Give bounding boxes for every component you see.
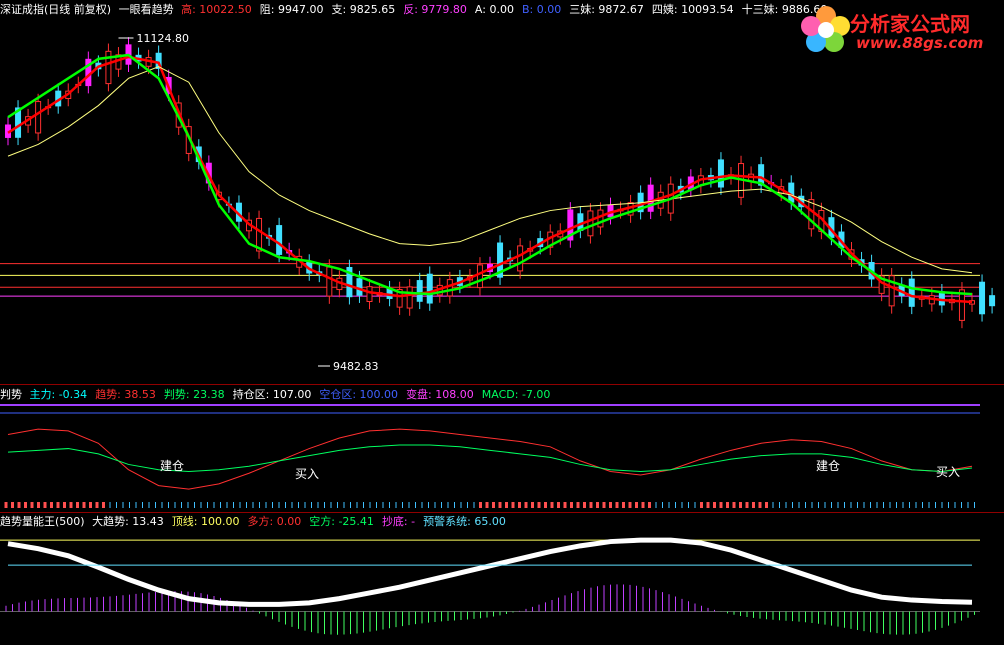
series-line-ma: [7, 66, 973, 274]
candle-body-36: [366, 286, 373, 303]
panel-divider-1: [0, 384, 1004, 385]
panel2-label-0: 主力:: [29, 388, 56, 401]
low-label: 9482.83: [333, 360, 379, 373]
panel2-value-2: 23.38: [189, 388, 225, 401]
candle-body-93: [938, 291, 945, 306]
panel2-item-0: 主力: -0.34: [30, 388, 92, 401]
candle-body-98: [989, 295, 996, 307]
candle-body-51: [517, 245, 524, 272]
panel2-title: 判势: [0, 388, 22, 401]
panel3-item-3: 空方: -25.41: [309, 515, 378, 528]
candle-body-71: [717, 159, 724, 188]
panel2-item-3: 持仓区: 107.00: [233, 388, 316, 401]
panel3-values: 大趋势: 13.43 顶线: 100.00 多方: 0.00 空方: -25.41 抄底…: [92, 515, 514, 528]
signal-label-2: 建仓: [816, 459, 840, 473]
candle-body-44: [446, 279, 453, 297]
panel3-label-2: 多方:: [247, 515, 274, 528]
candle-body-27: [276, 225, 283, 255]
candle-body-35: [356, 278, 363, 296]
panel2-label-1: 趋势:: [95, 388, 121, 401]
panel2-item-2: 判势: 23.38: [164, 388, 229, 401]
panel2-label-2: 判势:: [163, 388, 190, 401]
candle-body-32: [326, 266, 333, 297]
panel3-item-1: 顶线: 100.00: [172, 515, 244, 528]
candle-body-64: [647, 184, 654, 212]
panel3-item-4: 抄底: -: [382, 515, 419, 528]
panel2-value-4: 100.00: [356, 388, 399, 401]
panel3-item-5: 预警系统: 65.00: [423, 515, 510, 528]
panel2-item-4: 空仓区: 100.00: [319, 388, 402, 401]
candle-body-42: [426, 273, 433, 304]
panel2-label-3: 持仓区:: [232, 388, 270, 401]
panel3-label-5: 预警系统:: [423, 515, 471, 528]
high-label: 11124.80: [137, 32, 190, 45]
candle-body-47: [476, 264, 483, 289]
panel3-value-2: 0.00: [273, 515, 302, 528]
candle-body-90: [908, 278, 915, 307]
panel3-value-3: -25.41: [334, 515, 374, 528]
panel3-value-4: -: [407, 515, 416, 528]
panel3-label-3: 空方:: [309, 515, 335, 528]
panel3-item-0: 大趋势: 13.43: [92, 515, 168, 528]
panel3-label-4: 抄底:: [381, 515, 408, 528]
panel2-values: 主力: -0.34 趋势: 38.53 判势: 23.38 持仓区: 107.00 空仓…: [30, 388, 559, 401]
panel-divider-2: [0, 512, 1004, 513]
candle-body-3: [35, 101, 42, 134]
panel3-label-1: 顶线:: [171, 515, 198, 528]
signal-label-1: 买入: [295, 467, 319, 481]
panel2-label-4: 空仓区:: [319, 388, 357, 401]
panel2-value-0: -0.34: [55, 388, 88, 401]
panel3-title: 趋势量能王(500): [0, 515, 85, 528]
candle-body-57: [577, 213, 584, 231]
panel3-header: 趋势量能王(500) 大趋势: 13.43 顶线: 100.00 多方: 0.00 空…: [0, 515, 518, 529]
panel3-line-大趋势: [7, 537, 973, 607]
panel3-item-2: 多方: 0.00: [248, 515, 306, 528]
candle-body-40: [406, 286, 413, 309]
panel2-value-5: 108.00: [431, 388, 474, 401]
panel2-value-6: -7.00: [518, 388, 551, 401]
panel3-value-5: 65.00: [470, 515, 506, 528]
panel3-value-1: 100.00: [197, 515, 240, 528]
panel2-label-5: 变盘:: [406, 388, 432, 401]
panel3-value-0: 13.43: [128, 515, 164, 528]
panel2-value-3: 107.00: [269, 388, 312, 401]
candle-body-59: [597, 209, 604, 228]
panel2-item-5: 变盘: 108.00: [406, 388, 478, 401]
panel2-value-1: 38.53: [120, 388, 156, 401]
signal-label-0: 建仓: [160, 459, 184, 473]
panel2-header: 判势 主力: -0.34 趋势: 38.53 判势: 23.38 持仓区: 107.0…: [0, 388, 562, 402]
candle-body-97: [979, 281, 986, 315]
signal-label-3: 买入: [936, 465, 960, 479]
candle-body-41: [416, 280, 423, 302]
panel2-item-1: 趋势: 38.53: [95, 388, 160, 401]
chart-canvas: 11124.809482.83建仓买入建仓 买入: [0, 32, 996, 635]
panel2-item-6: MACD: -7.00: [482, 388, 555, 401]
candle-body-58: [587, 210, 594, 237]
panel3-label-0: 大趋势:: [92, 515, 129, 528]
panel2-label-6: MACD:: [481, 388, 519, 401]
